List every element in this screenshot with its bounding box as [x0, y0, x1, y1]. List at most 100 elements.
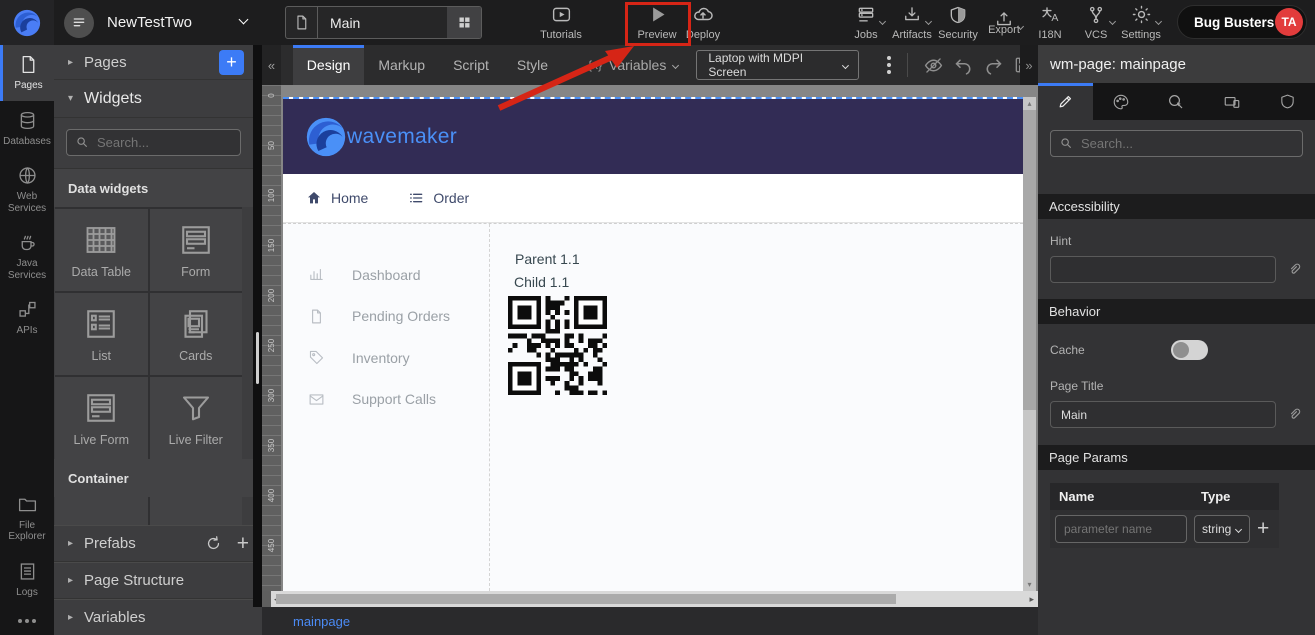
api-nodes-icon [17, 299, 38, 320]
panel-scrollbar-thumb[interactable] [256, 332, 259, 384]
accessibility-section-header[interactable]: Accessibility [1038, 194, 1315, 219]
i18n-button[interactable]: A I18N [1029, 2, 1071, 44]
page-tab-mainpage[interactable]: mainpage [293, 614, 350, 629]
add-prefab-button[interactable]: + [237, 533, 249, 554]
menu-item-inventory[interactable]: Inventory [283, 337, 489, 379]
page-selector[interactable]: Main [285, 6, 482, 39]
tab-security[interactable] [1260, 83, 1315, 120]
qr-code-widget[interactable] [508, 296, 607, 395]
sidebar-item-web-services[interactable]: Web Services [0, 156, 54, 223]
sidebar-item-pages[interactable]: Pages [0, 45, 54, 101]
deploy-button[interactable]: Deploy [677, 2, 729, 44]
vertical-scrollbar-thumb[interactable] [1023, 110, 1036, 410]
widget-cards[interactable]: Cards [150, 293, 243, 375]
project-chevron-down-icon[interactable] [239, 15, 249, 25]
jobs-menu[interactable]: Jobs [844, 2, 888, 44]
page-header-widget[interactable]: wavemaker [283, 99, 1023, 174]
design-canvas-page[interactable]: wavemaker Home Order Dashboard [283, 97, 1023, 591]
collapse-panel-button[interactable]: « [262, 45, 281, 85]
page-selector-value: Main [318, 7, 447, 38]
tutorials-button[interactable]: Tutorials [533, 2, 589, 44]
project-icon [64, 8, 94, 38]
widget-list[interactable]: List [55, 293, 148, 375]
menu-item-support-calls[interactable]: Support Calls [283, 379, 489, 421]
add-param-button[interactable]: + [1257, 517, 1269, 541]
params-column-type: Type [1192, 483, 1254, 510]
tab-style[interactable]: Style [503, 45, 562, 85]
export-menu[interactable]: Export [981, 2, 1027, 44]
toggle-visibility-icon[interactable] [918, 45, 948, 85]
pages-accordion[interactable]: ▸ Pages + [54, 45, 253, 80]
behavior-section-header[interactable]: Behavior [1038, 299, 1315, 324]
tab-events[interactable] [1149, 83, 1204, 120]
settings-menu[interactable]: Settings [1117, 2, 1165, 44]
cache-toggle[interactable] [1171, 340, 1208, 360]
refresh-icon[interactable] [205, 535, 222, 552]
sidebar-item-file-explorer[interactable]: File Explorer [0, 485, 54, 552]
canvas-vertical-scrollbar[interactable]: ▴ ▾ [1023, 97, 1036, 591]
widget-live-filter[interactable]: Live Filter [150, 377, 243, 459]
widgets-accordion[interactable]: ▾ Widgets [54, 80, 253, 118]
security-button[interactable]: Security [935, 2, 981, 44]
page-params-section-header[interactable]: Page Params [1038, 445, 1315, 470]
properties-search-input[interactable] [1050, 130, 1303, 157]
variables-dropdown[interactable]: {x} Variables [588, 45, 678, 85]
avatar[interactable]: TA [1275, 8, 1303, 36]
device-selector[interactable]: Laptop with MDPI Screen [696, 50, 859, 80]
child-label[interactable]: Child 1.1 [514, 274, 569, 290]
widget-container-b[interactable] [150, 497, 243, 525]
more-options-icon[interactable] [0, 607, 54, 635]
page-structure-accordion[interactable]: ▸ Page Structure [54, 562, 262, 599]
horizontal-scrollbar-thumb[interactable] [276, 594, 896, 604]
wavemaker-logo[interactable] [0, 0, 54, 45]
widget-data-table[interactable]: Data Table [55, 209, 148, 291]
sidebar-item-apis[interactable]: APIs [0, 290, 54, 346]
tab-styles[interactable] [1093, 83, 1148, 120]
widget-live-form[interactable]: Live Form [55, 377, 148, 459]
bind-property-icon[interactable] [1288, 407, 1303, 422]
bind-property-icon[interactable] [1288, 262, 1303, 277]
add-page-button[interactable]: + [219, 50, 244, 75]
vcs-menu[interactable]: VCS [1076, 2, 1116, 44]
nav-item-home[interactable]: Home [306, 190, 368, 206]
scroll-right-arrow[interactable]: ▸ [1029, 591, 1034, 607]
canvas-horizontal-scrollbar[interactable]: ◂ ▸ [262, 591, 1038, 607]
redo-button[interactable] [978, 45, 1008, 85]
team-button[interactable]: Bug Busters TA [1177, 5, 1307, 39]
tab-properties[interactable] [1038, 83, 1093, 120]
widget-form[interactable]: Form [150, 209, 243, 291]
nav-item-order[interactable]: Order [408, 190, 469, 206]
scroll-up-arrow[interactable]: ▴ [1023, 99, 1036, 108]
artifacts-icon [902, 5, 922, 25]
widget-container-a[interactable] [55, 497, 148, 525]
parent-label[interactable]: Parent 1.1 [515, 251, 580, 267]
variables-icon: {x} [588, 58, 602, 72]
expand-toolbar-button[interactable]: » [1020, 45, 1038, 85]
canvas-more-menu-icon[interactable] [881, 45, 897, 85]
tab-script[interactable]: Script [439, 45, 503, 85]
param-type-select[interactable]: string [1194, 515, 1250, 543]
tab-devices[interactable] [1204, 83, 1259, 120]
dashboard-grid-icon[interactable] [447, 7, 481, 38]
tab-design[interactable]: Design [293, 45, 365, 85]
sidebar-item-java-services[interactable]: Java Services [0, 223, 54, 290]
sidebar-item-databases[interactable]: Databases [0, 101, 54, 157]
param-name-input[interactable] [1055, 515, 1187, 543]
artifacts-menu[interactable]: Artifacts [887, 2, 937, 44]
vcs-branch-icon [1086, 5, 1106, 25]
menu-item-pending-orders[interactable]: Pending Orders [283, 296, 489, 338]
undo-button[interactable] [948, 45, 978, 85]
prefabs-accordion[interactable]: ▸ Prefabs + [54, 525, 262, 562]
sidebar-item-logs[interactable]: Logs [0, 552, 54, 608]
variables-accordion[interactable]: ▸ Variables [54, 599, 262, 635]
caret-right-icon: ▸ [68, 612, 73, 623]
hint-input[interactable] [1050, 256, 1276, 283]
globe-icon [17, 165, 38, 186]
scroll-down-arrow[interactable]: ▾ [1023, 580, 1036, 589]
page-title-input[interactable] [1050, 401, 1276, 428]
menu-item-dashboard[interactable]: Dashboard [283, 254, 489, 296]
project-switcher[interactable]: NewTestTwo [64, 0, 192, 45]
tab-markup[interactable]: Markup [364, 45, 439, 85]
coffee-cup-icon [17, 232, 38, 253]
widget-search-input[interactable] [66, 129, 241, 156]
